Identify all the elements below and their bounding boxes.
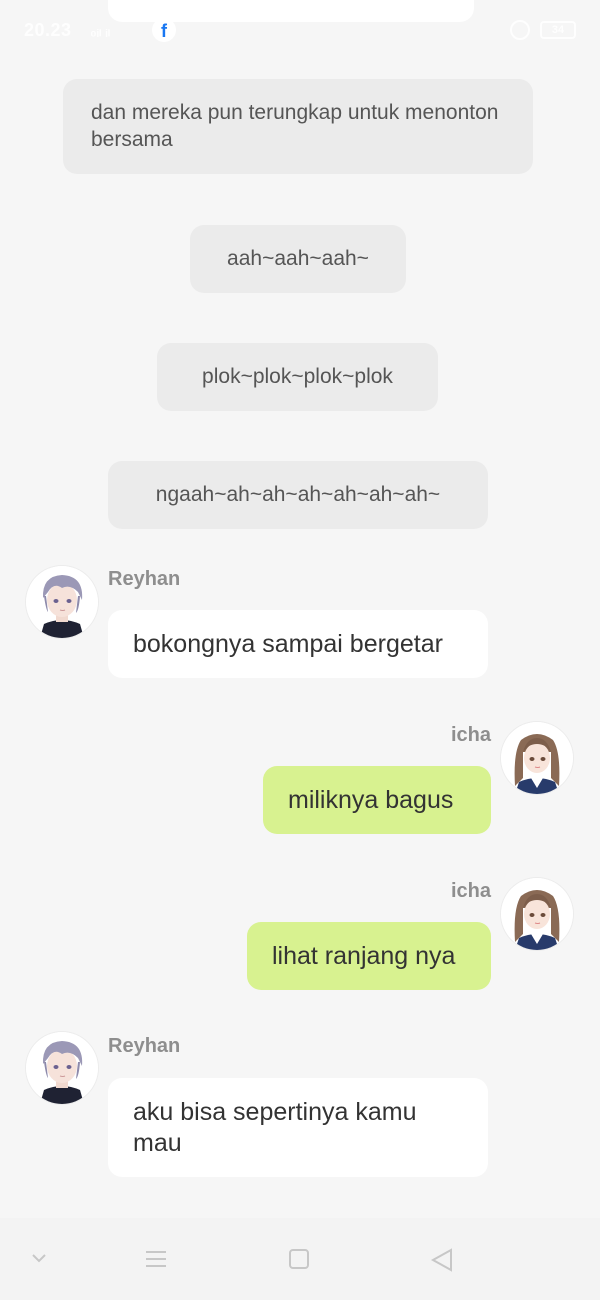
menu-icon[interactable]	[145, 1248, 167, 1274]
reyhan-avatar[interactable]	[26, 1032, 98, 1104]
sender-name: icha	[451, 880, 492, 902]
message-bubble[interactable]: miliknya bagus	[263, 766, 491, 834]
message-bubble[interactable]: bokongnya sampai bergetar	[108, 610, 488, 678]
alarm-icon	[510, 20, 530, 40]
sender-name: Reyhan	[108, 568, 181, 590]
system-navigation-bar	[0, 1218, 600, 1300]
icha-avatar[interactable]	[501, 878, 573, 950]
home-square-icon[interactable]	[288, 1248, 310, 1274]
icha-avatar[interactable]	[501, 722, 573, 794]
narration-bubble: dan mereka pun terungkap untuk menonton …	[63, 79, 533, 174]
narration-bubble: aah~aah~aah~	[190, 225, 406, 293]
narration-bubble: plok~plok~plok~plok	[157, 343, 438, 411]
status-bar: 20.23 ₀ᵢₗ ᵢₗ f 34	[0, 14, 600, 48]
reyhan-avatar[interactable]	[26, 566, 98, 638]
status-time: 20.23	[24, 20, 72, 40]
message-bubble[interactable]: aku bisa sepertinya kamu mau	[108, 1078, 488, 1177]
facebook-icon: f	[152, 18, 176, 42]
narration-bubble: ngaah~ah~ah~ah~ah~ah~ah~	[108, 461, 488, 529]
sender-name: icha	[451, 724, 492, 746]
sender-name: Reyhan	[108, 1035, 181, 1057]
signal-icon: ₀ᵢₗ ᵢₗ	[90, 23, 111, 40]
message-bubble[interactable]: lihat ranjang nya	[247, 922, 491, 990]
battery-icon: 34	[540, 21, 576, 39]
back-triangle-icon[interactable]	[430, 1248, 454, 1276]
chevron-down-icon[interactable]	[30, 1248, 48, 1272]
